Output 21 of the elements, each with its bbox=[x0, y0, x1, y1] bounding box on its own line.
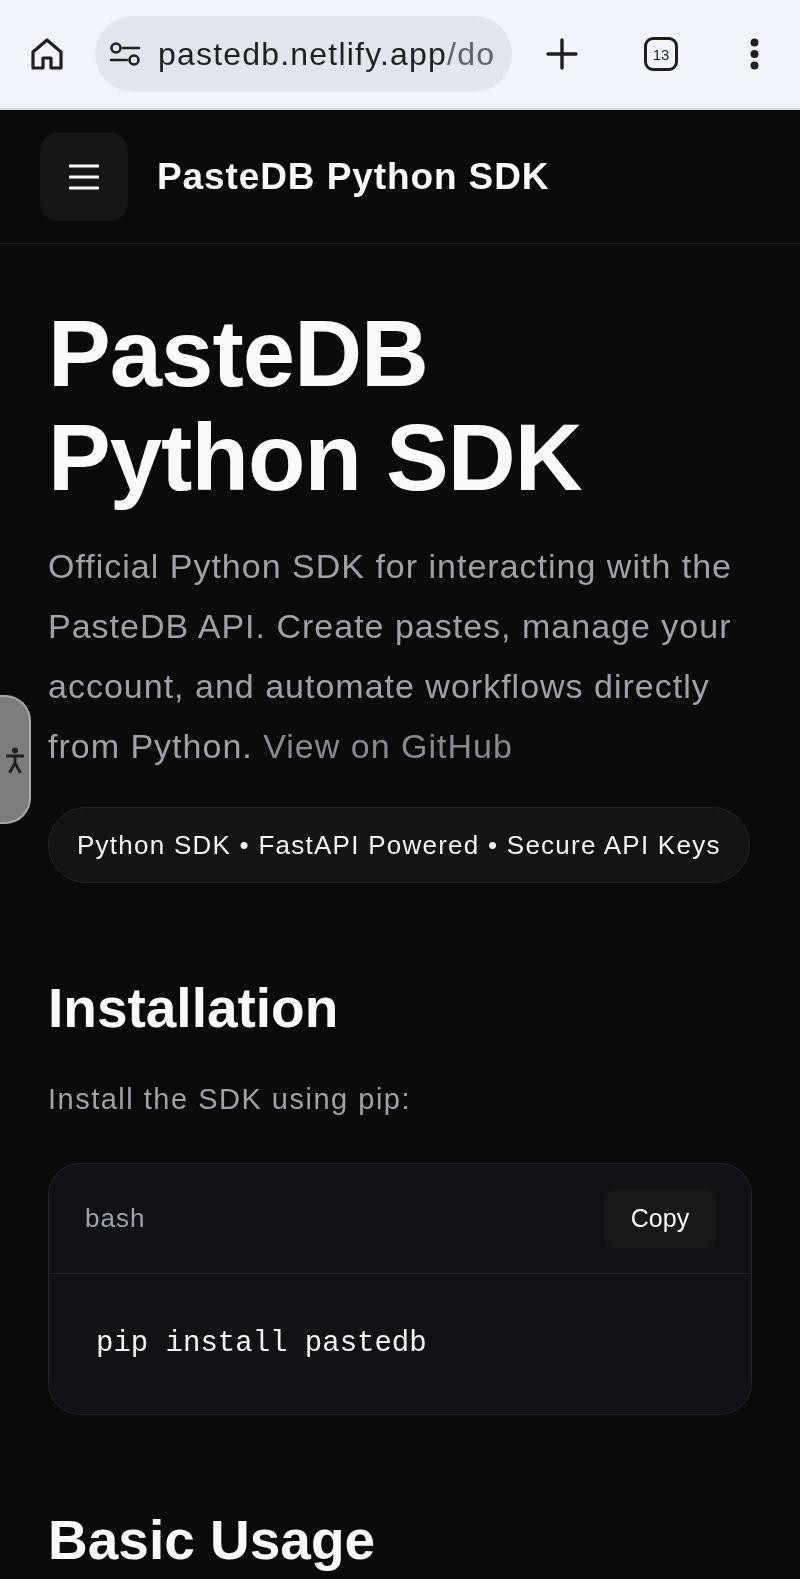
section-heading: Basic Usage bbox=[48, 1508, 377, 1573]
more-icon[interactable] bbox=[750, 38, 759, 70]
section-text: Install the SDK using pip: bbox=[48, 1082, 412, 1117]
tab-switcher-button[interactable]: 13 bbox=[644, 37, 678, 71]
copy-button[interactable]: Copy bbox=[604, 1188, 716, 1249]
code-text: pip install pastedb bbox=[96, 1326, 427, 1362]
github-link[interactable]: View on GitHub bbox=[263, 727, 513, 765]
code-language-label: bash bbox=[85, 1203, 146, 1234]
address-bar[interactable]: pastedb.netlify.app/do bbox=[95, 16, 512, 92]
accessibility-icon bbox=[5, 746, 24, 773]
tune-icon[interactable] bbox=[109, 41, 141, 67]
menu-button[interactable] bbox=[40, 132, 128, 221]
plus-icon[interactable] bbox=[546, 38, 578, 70]
page-title: PasteDB Python SDK bbox=[48, 302, 583, 510]
section-heading: Installation bbox=[48, 976, 340, 1041]
intro-paragraph: Official Python SDK for interacting with the PasteDB API. Create pastes, manage your account, and automate workflows directly from Python. View on GitHub bbox=[48, 546, 733, 767]
site-title: PasteDB Python SDK bbox=[157, 155, 550, 198]
home-icon[interactable] bbox=[30, 37, 64, 71]
features-badge: Python SDK • FastAPI Powered • Secure API Keys bbox=[48, 807, 750, 883]
accessibility-button[interactable] bbox=[0, 695, 31, 824]
menu-icon bbox=[69, 163, 99, 190]
